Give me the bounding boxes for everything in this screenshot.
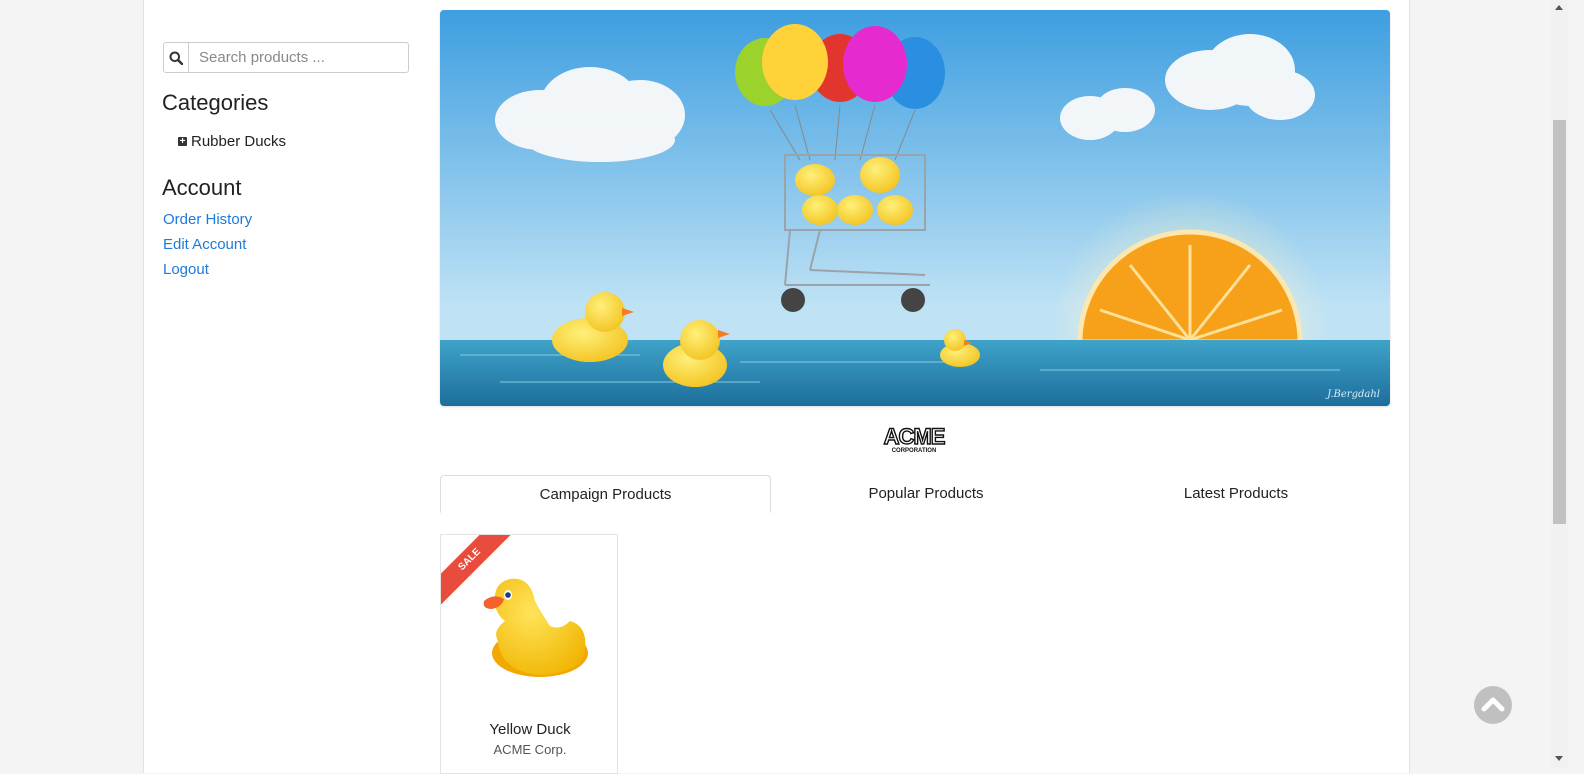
acme-logo-image: ACME CORPORATION <box>883 423 947 454</box>
search-button[interactable] <box>164 43 189 72</box>
account-heading: Account <box>162 175 242 200</box>
product-manufacturer: ACME Corp. <box>493 742 567 757</box>
search-box <box>163 42 409 73</box>
category-rubber-ducks[interactable]: + Rubber Ducks <box>178 133 286 150</box>
chevron-up-icon <box>1481 697 1505 712</box>
category-label: Rubber Ducks <box>191 133 287 150</box>
banner-image: J.Bergdahl <box>440 10 1390 406</box>
product-card[interactable]: SALE Yellow Duck ACME Corp. <box>440 534 618 774</box>
scroll-down-arrow[interactable] <box>1555 756 1563 761</box>
scroll-up-arrow[interactable] <box>1555 5 1563 10</box>
logout-link[interactable]: Logout <box>163 261 209 278</box>
svg-text:ACME: ACME <box>884 424 945 449</box>
product-name[interactable]: Yellow Duck <box>441 721 617 738</box>
scroll-thumb[interactable] <box>1553 120 1566 524</box>
campaign-banner[interactable]: J.Bergdahl <box>440 10 1390 406</box>
tab-campaign-products[interactable]: Campaign Products <box>440 475 771 513</box>
edit-account-link[interactable]: Edit Account <box>163 236 246 253</box>
scrollbar[interactable] <box>1551 0 1568 768</box>
product-tabs: Campaign Products Popular Products Lates… <box>440 475 1390 513</box>
categories-heading: Categories <box>162 90 269 115</box>
back-to-top-button[interactable] <box>1474 686 1512 724</box>
yellow-duck-image <box>483 578 588 677</box>
tab-latest-products[interactable]: Latest Products <box>1082 475 1390 511</box>
tab-popular-products[interactable]: Popular Products <box>770 475 1082 511</box>
search-icon <box>169 51 183 65</box>
order-history-link[interactable]: Order History <box>163 211 252 228</box>
banner-signature: J.Bergdahl <box>1325 389 1380 400</box>
svg-text:CORPORATION: CORPORATION <box>892 448 937 454</box>
search-input[interactable] <box>189 43 408 72</box>
plus-square-icon: + <box>178 136 187 147</box>
acme-logo[interactable]: ACME CORPORATION <box>879 423 949 454</box>
